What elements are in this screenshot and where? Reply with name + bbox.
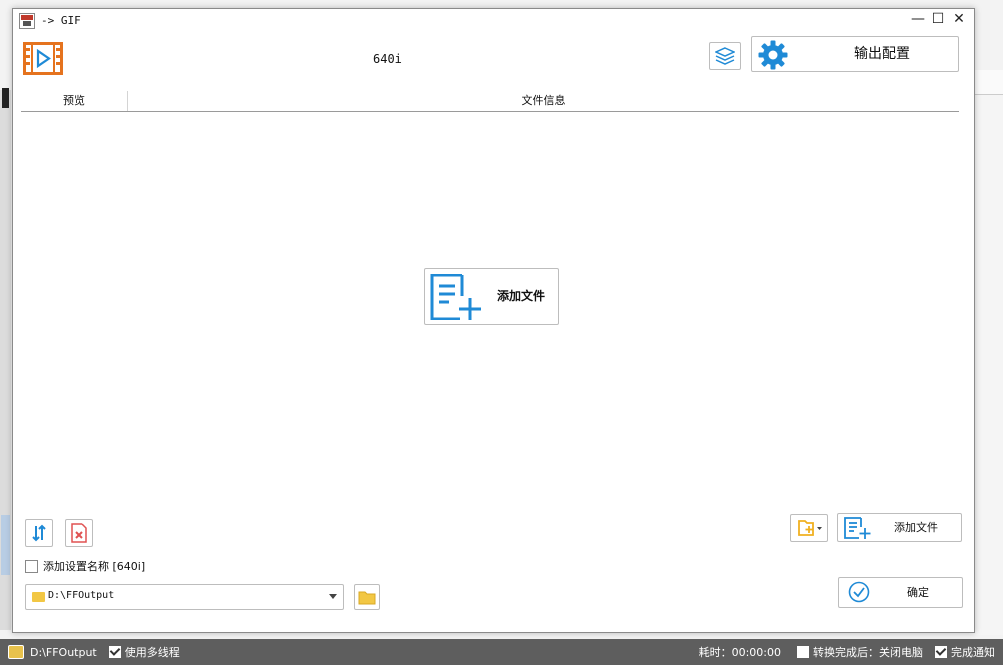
notify-checkbox[interactable] bbox=[935, 646, 947, 658]
add-file-center-label: 添加文件 bbox=[497, 289, 546, 303]
status-bar: D:\FFOutput 使用多线程 耗时：00:00:00 转换完成后：关闭电脑… bbox=[0, 639, 1003, 665]
add-setting-name-checkbox[interactable] bbox=[25, 559, 38, 573]
column-preview[interactable]: 预览 bbox=[21, 91, 128, 111]
status-output-path[interactable]: D:\FFOutput bbox=[30, 646, 97, 659]
delete-file-icon bbox=[71, 523, 87, 543]
sort-icon bbox=[32, 524, 46, 542]
folder-icon[interactable] bbox=[8, 645, 24, 659]
multithread-label: 使用多线程 bbox=[124, 646, 180, 659]
chevron-down-icon bbox=[329, 594, 337, 599]
maximize-button[interactable]: ☐ bbox=[929, 10, 947, 28]
preset-name: 640i bbox=[373, 52, 402, 66]
gif-conversion-dialog: -> GIF — ☐ ✕ 640i 输出配置 预览 文件信息 添加文件 添加设置… bbox=[12, 8, 975, 633]
elapsed-time: 耗时：00:00:00 bbox=[698, 646, 781, 659]
output-path-select[interactable]: D:\FFOutput bbox=[25, 584, 344, 610]
add-file-icon bbox=[844, 517, 871, 539]
multithread-checkbox[interactable] bbox=[108, 646, 121, 658]
gear-icon bbox=[758, 40, 788, 70]
background-thumbnail bbox=[1, 515, 10, 575]
add-setting-name-option[interactable]: 添加设置名称 [640i] bbox=[25, 558, 145, 574]
sort-button[interactable] bbox=[25, 519, 53, 547]
add-file-label: 添加文件 bbox=[894, 521, 938, 534]
delete-file-button[interactable] bbox=[65, 519, 93, 547]
layers-icon bbox=[715, 47, 735, 65]
add-file-center-button[interactable]: 添加文件 bbox=[424, 268, 559, 325]
add-file-icon bbox=[430, 274, 481, 320]
output-config-button[interactable]: 输出配置 bbox=[751, 36, 959, 72]
minimize-button[interactable]: — bbox=[909, 10, 927, 28]
ok-label: 确定 bbox=[907, 586, 929, 599]
output-path-value: D:\FFOutput bbox=[48, 590, 115, 601]
window-title: -> GIF bbox=[41, 14, 81, 27]
add-folder-icon bbox=[798, 520, 822, 536]
add-folder-button[interactable] bbox=[790, 514, 828, 542]
folder-icon bbox=[358, 591, 376, 604]
folder-icon bbox=[32, 592, 45, 602]
after-convert-checkbox[interactable] bbox=[797, 646, 809, 658]
video-play-icon bbox=[23, 42, 63, 75]
add-setting-name-label: 添加设置名称 [640i] bbox=[43, 560, 146, 573]
title-bar: -> GIF — ☐ ✕ bbox=[13, 9, 974, 31]
add-file-button[interactable]: 添加文件 bbox=[837, 513, 962, 542]
notify-label: 完成通知 bbox=[951, 646, 995, 659]
file-table-header: 预览 文件信息 bbox=[21, 91, 959, 112]
after-convert-label[interactable]: 转换完成后：关闭电脑 bbox=[813, 644, 923, 660]
layers-button[interactable] bbox=[709, 42, 741, 70]
check-circle-icon bbox=[848, 581, 870, 603]
background-marker bbox=[2, 88, 9, 108]
column-file-info[interactable]: 文件信息 bbox=[128, 91, 959, 111]
app-icon bbox=[19, 13, 35, 29]
ok-button[interactable]: 确定 bbox=[838, 577, 963, 608]
output-config-label: 输出配置 bbox=[854, 46, 910, 62]
close-button[interactable]: ✕ bbox=[950, 10, 968, 28]
browse-folder-button[interactable] bbox=[354, 584, 380, 610]
